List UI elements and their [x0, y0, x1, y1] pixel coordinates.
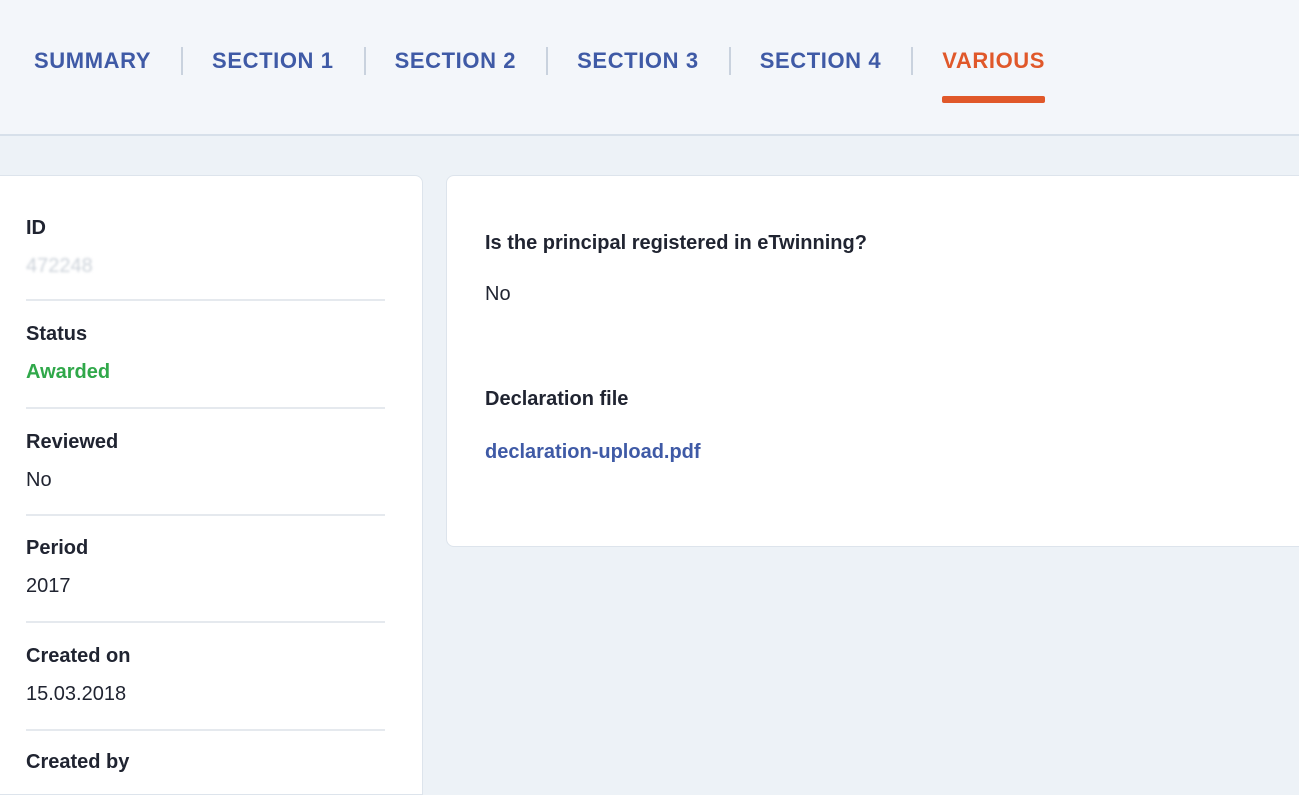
declaration-file-link[interactable]: declaration-upload.pdf [485, 438, 701, 466]
reviewed-label: Reviewed [26, 431, 119, 453]
id-field: ID 472248 [26, 214, 385, 280]
tab-list: SUMMARY SECTION 1 SECTION 2 SECTION 3 SE… [34, 44, 1045, 103]
section-tab-bar: SUMMARY SECTION 1 SECTION 2 SECTION 3 SE… [0, 0, 1299, 136]
tab-separator [546, 47, 549, 75]
tab-separator [911, 47, 914, 75]
tab-section-2[interactable]: SECTION 2 [395, 44, 517, 78]
application-info-panel: ID 472248 Status Awarded Reviewed No Per… [0, 175, 423, 795]
id-label: ID [26, 217, 46, 239]
created-on-field: Created on 15.03.2018 [26, 642, 385, 708]
tab-separator [363, 47, 366, 75]
field-divider [26, 299, 385, 301]
status-field: Status Awarded [26, 320, 385, 386]
tab-various[interactable]: VARIOUS [942, 44, 1045, 103]
tab-summary[interactable]: SUMMARY [34, 44, 151, 78]
tab-separator [728, 47, 731, 75]
principal-answer: No [485, 283, 511, 305]
created-on-label: Created on [26, 645, 131, 667]
field-divider [26, 407, 385, 409]
tab-section-3[interactable]: SECTION 3 [577, 44, 699, 78]
declaration-file-label: Declaration file [485, 388, 629, 410]
tab-section-4[interactable]: SECTION 4 [760, 44, 882, 78]
status-badge: Awarded [26, 361, 111, 383]
various-details-card: Is the principal registered in eTwinning… [446, 175, 1299, 547]
status-label: Status [26, 323, 88, 345]
created-on-value: 15.03.2018 [26, 683, 127, 705]
period-value: 2017 [26, 575, 71, 597]
principal-question: Is the principal registered in eTwinning… [485, 232, 867, 254]
field-divider [26, 514, 385, 516]
field-divider [26, 729, 385, 731]
created-by-label: Created by [26, 751, 130, 773]
created-by-field: Created by [26, 748, 385, 776]
field-divider [26, 621, 385, 623]
period-label: Period [26, 537, 89, 559]
reviewed-value: No [26, 469, 52, 491]
id-value: 472248 [26, 255, 93, 277]
reviewed-field: Reviewed No [26, 428, 385, 494]
period-field: Period 2017 [26, 534, 385, 600]
tab-section-1[interactable]: SECTION 1 [212, 44, 334, 78]
tab-separator [181, 47, 184, 75]
